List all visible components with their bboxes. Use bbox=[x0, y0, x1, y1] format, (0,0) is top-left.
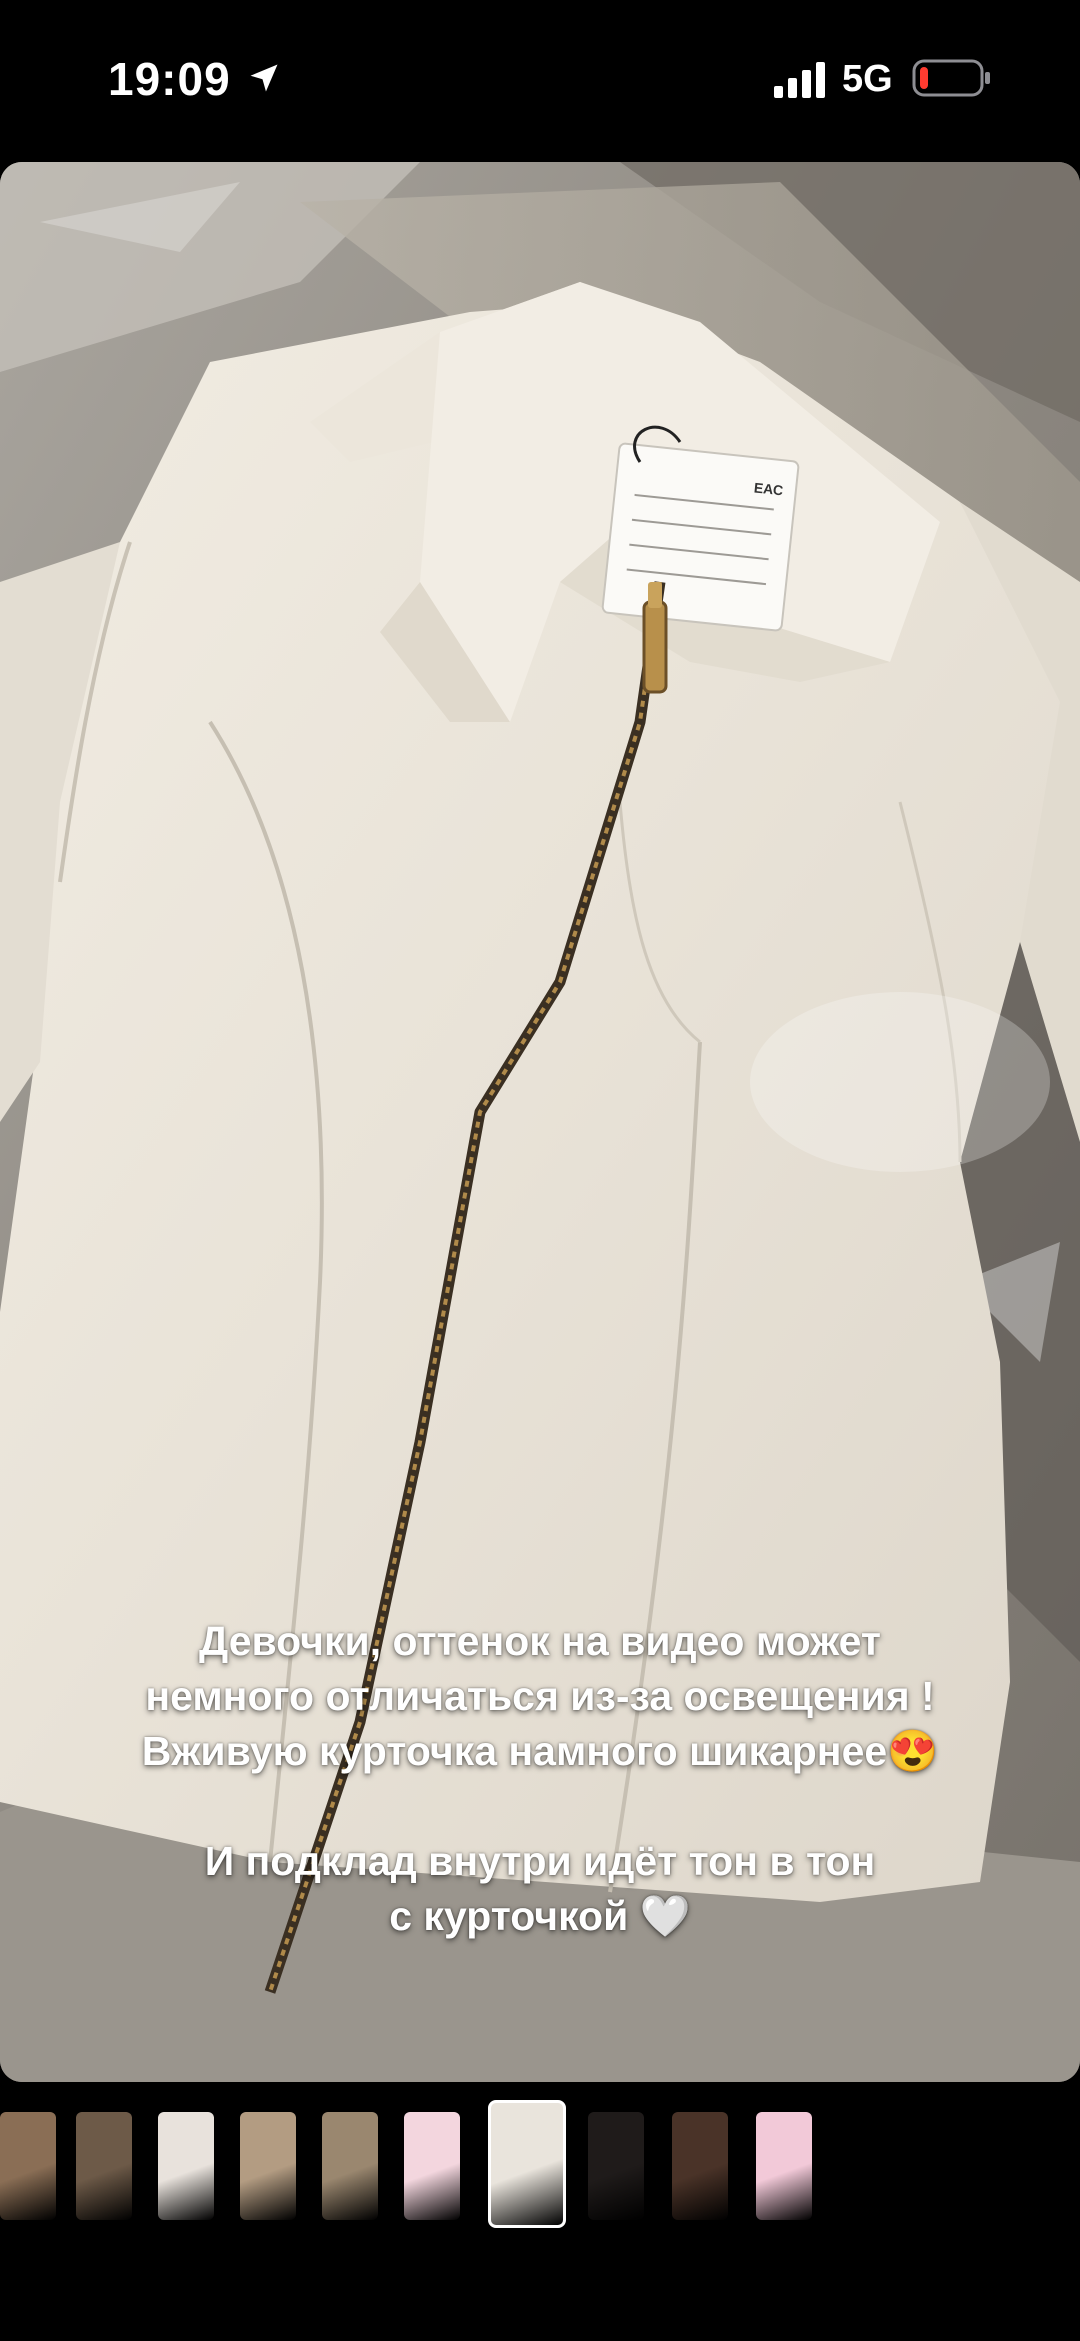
location-arrow-icon bbox=[250, 64, 278, 92]
caption-line-6: с курточкой 🤍 bbox=[389, 1893, 691, 1939]
story-thumbnail[interactable] bbox=[322, 2112, 378, 2220]
network-type-label: 5G bbox=[842, 58, 893, 100]
caption-line-3: Вживую курточка намного шикарнее😍 bbox=[141, 1728, 939, 1774]
story-thumbnail[interactable] bbox=[672, 2112, 728, 2220]
caption-line-5: И подклад внутри идёт тон в тон bbox=[204, 1838, 876, 1884]
story-thumbnail[interactable] bbox=[158, 2112, 214, 2220]
story-thumbnail[interactable] bbox=[240, 2112, 296, 2220]
story-photo[interactable]: ЕАС Девочки, оттенок на видео может немн… bbox=[0, 162, 1080, 2082]
story-screen: 19:09 5G ЕАС Девочки, оттенок на видео м… bbox=[0, 0, 1080, 2341]
story-thumbnail[interactable] bbox=[0, 2112, 56, 2220]
tag-label: ЕАС bbox=[753, 479, 784, 498]
story-thumbnail-active[interactable] bbox=[488, 2100, 566, 2228]
story-thumbnail[interactable] bbox=[588, 2112, 644, 2220]
story-thumbnail-strip bbox=[0, 2100, 1080, 2248]
story-caption: Девочки, оттенок на видео может немного … bbox=[40, 1614, 1040, 1944]
battery-icon bbox=[912, 59, 990, 97]
caption-line-2: немного отличаться из-за освещения ! bbox=[145, 1673, 935, 1719]
caption-line-1: Девочки, оттенок на видео может bbox=[198, 1618, 881, 1664]
story-thumbnail[interactable] bbox=[76, 2112, 132, 2220]
status-bar: 19:09 5G bbox=[0, 0, 1080, 160]
story-thumbnail[interactable] bbox=[756, 2112, 812, 2220]
cellular-signal-icon bbox=[774, 62, 825, 98]
story-thumbnail[interactable] bbox=[404, 2112, 460, 2220]
status-time: 19:09 bbox=[108, 53, 231, 105]
